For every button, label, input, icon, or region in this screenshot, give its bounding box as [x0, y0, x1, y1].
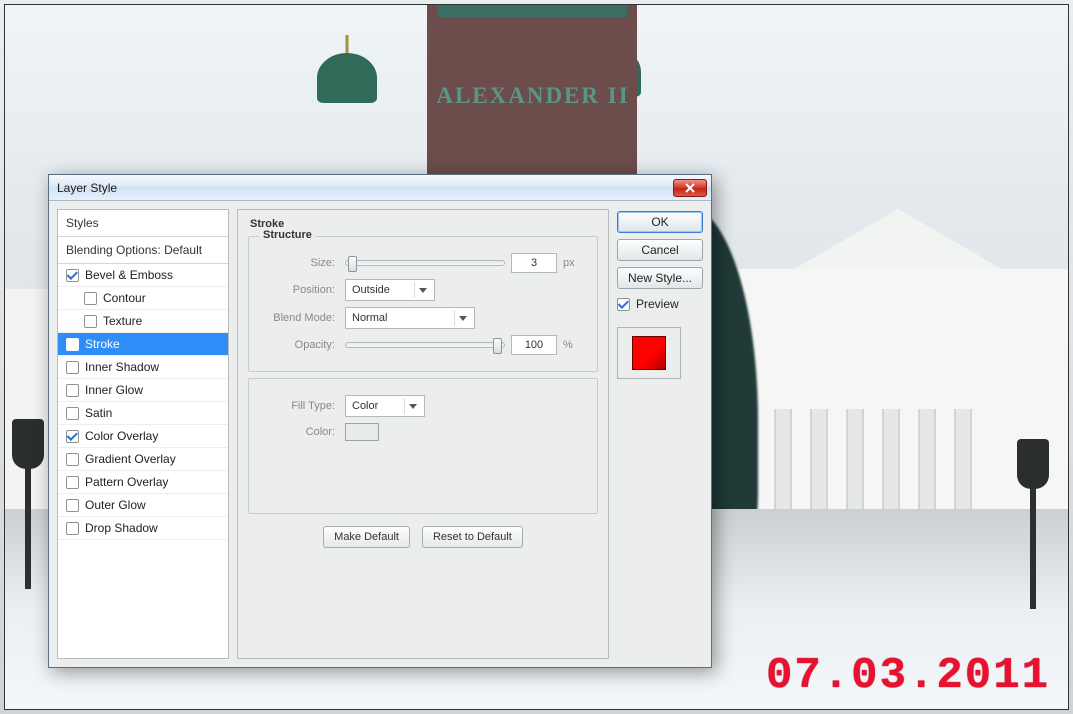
- blendmode-label: Blend Mode:: [259, 312, 339, 324]
- effect-row-bevel[interactable]: Bevel & Emboss: [58, 264, 228, 287]
- close-button[interactable]: [673, 179, 707, 197]
- effect-row-dropshadow[interactable]: Drop Shadow: [58, 517, 228, 540]
- effect-label-satin: Satin: [85, 406, 112, 420]
- effect-checkbox-contour[interactable]: [84, 292, 97, 305]
- size-input[interactable]: 3: [511, 253, 557, 273]
- effect-label-stroke: Stroke: [85, 337, 120, 351]
- dialog-titlebar[interactable]: Layer Style: [49, 175, 711, 201]
- effect-row-outerglow[interactable]: Outer Glow: [58, 494, 228, 517]
- size-label: Size:: [259, 257, 339, 269]
- right-button-column: OK Cancel New Style... Preview: [617, 209, 703, 659]
- effects-header[interactable]: Styles: [58, 210, 228, 237]
- stroke-color-well[interactable]: [345, 423, 379, 441]
- effect-label-innerglow: Inner Glow: [85, 383, 143, 397]
- ok-button[interactable]: OK: [617, 211, 703, 233]
- effect-row-gradientoverlay[interactable]: Gradient Overlay: [58, 448, 228, 471]
- effect-checkbox-stroke[interactable]: [66, 338, 79, 351]
- effect-label-innershadow: Inner Shadow: [85, 360, 159, 374]
- effect-label-contour: Contour: [103, 291, 146, 305]
- preview-swatch[interactable]: [632, 336, 666, 370]
- effect-checkbox-outerglow[interactable]: [66, 499, 79, 512]
- close-icon: [685, 183, 695, 193]
- make-default-button[interactable]: Make Default: [323, 526, 410, 548]
- effect-label-bevel: Bevel & Emboss: [85, 268, 173, 282]
- dialog-title: Layer Style: [57, 181, 673, 195]
- effects-list: Styles Blending Options: Default Bevel &…: [57, 209, 229, 659]
- effect-checkbox-coloroverlay[interactable]: [66, 430, 79, 443]
- filltype-value: Color: [352, 400, 378, 412]
- preview-checkbox[interactable]: [617, 298, 630, 311]
- effect-label-texture: Texture: [103, 314, 142, 328]
- blendmode-select[interactable]: Normal: [345, 307, 475, 329]
- cancel-button[interactable]: Cancel: [617, 239, 703, 261]
- opacity-label: Opacity:: [259, 339, 339, 351]
- preview-label: Preview: [636, 297, 679, 311]
- effect-row-innerglow[interactable]: Inner Glow: [58, 379, 228, 402]
- new-style-button[interactable]: New Style...: [617, 267, 703, 289]
- effect-checkbox-satin[interactable]: [66, 407, 79, 420]
- effect-row-innershadow[interactable]: Inner Shadow: [58, 356, 228, 379]
- effect-row-patternoverlay[interactable]: Pattern Overlay: [58, 471, 228, 494]
- size-unit: px: [563, 257, 587, 269]
- opacity-input[interactable]: 100: [511, 335, 557, 355]
- position-value: Outside: [352, 284, 390, 296]
- effect-row-coloroverlay[interactable]: Color Overlay: [58, 425, 228, 448]
- effect-row-satin[interactable]: Satin: [58, 402, 228, 425]
- position-label: Position:: [259, 284, 339, 296]
- effect-label-gradientoverlay: Gradient Overlay: [85, 452, 176, 466]
- effect-checkbox-dropshadow[interactable]: [66, 522, 79, 535]
- effect-label-coloroverlay: Color Overlay: [85, 429, 158, 443]
- effect-row-contour[interactable]: Contour: [58, 287, 228, 310]
- filltype-label: Fill Type:: [259, 400, 339, 412]
- color-label: Color:: [259, 426, 339, 438]
- blendmode-value: Normal: [352, 312, 387, 324]
- effect-checkbox-patternoverlay[interactable]: [66, 476, 79, 489]
- effect-row-stroke[interactable]: Stroke: [58, 333, 228, 356]
- chevron-down-icon: [404, 398, 420, 414]
- preview-swatch-box: [617, 327, 681, 379]
- structure-group: Structure Size: 3 px Position: Outside: [248, 236, 598, 372]
- opacity-unit: %: [563, 339, 587, 351]
- effect-label-outerglow: Outer Glow: [85, 498, 146, 512]
- monument-inscription: ALEXANDER II: [435, 83, 631, 109]
- effect-checkbox-gradientoverlay[interactable]: [66, 453, 79, 466]
- blending-options-header[interactable]: Blending Options: Default: [58, 237, 228, 264]
- position-select[interactable]: Outside: [345, 279, 435, 301]
- effect-checkbox-innerglow[interactable]: [66, 384, 79, 397]
- photo-datestamp: 07.03.2011: [766, 651, 1050, 701]
- layer-style-dialog: Layer Style Styles Blending Options: Def…: [48, 174, 712, 668]
- effect-checkbox-bevel[interactable]: [66, 269, 79, 282]
- effect-label-dropshadow: Drop Shadow: [85, 521, 158, 535]
- effect-label-patternoverlay: Pattern Overlay: [85, 475, 168, 489]
- fill-group: Fill Type: Color Color:: [248, 378, 598, 514]
- reset-default-button[interactable]: Reset to Default: [422, 526, 523, 548]
- opacity-slider[interactable]: [345, 342, 505, 348]
- size-slider[interactable]: [345, 260, 505, 266]
- chevron-down-icon: [414, 282, 430, 298]
- effect-checkbox-innershadow[interactable]: [66, 361, 79, 374]
- filltype-select[interactable]: Color: [345, 395, 425, 417]
- stroke-panel: Stroke Structure Size: 3 px Position: Ou…: [237, 209, 609, 659]
- structure-legend: Structure: [259, 229, 316, 241]
- chevron-down-icon: [454, 310, 470, 326]
- effect-row-texture[interactable]: Texture: [58, 310, 228, 333]
- effect-checkbox-texture[interactable]: [84, 315, 97, 328]
